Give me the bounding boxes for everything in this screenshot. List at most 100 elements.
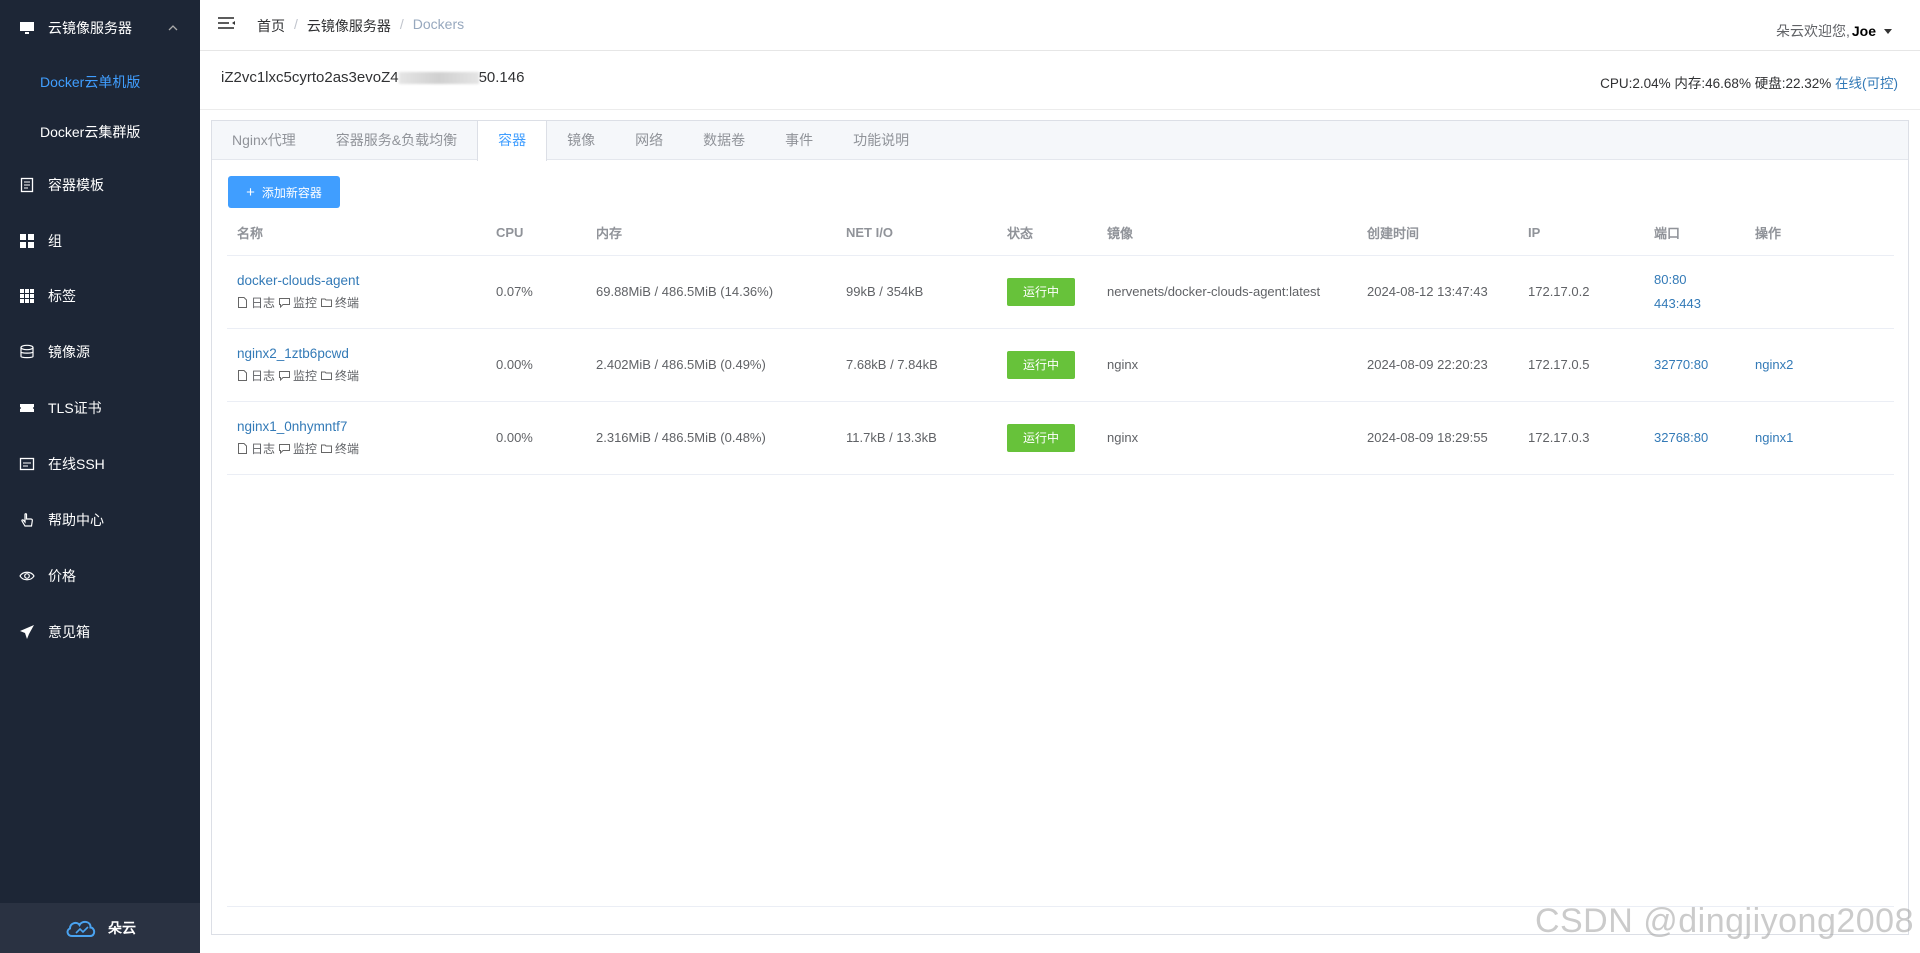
sidebar-item-label: 标签 bbox=[48, 288, 76, 304]
sidebar-item-help-center[interactable]: 帮助中心 bbox=[0, 500, 200, 540]
column-header-memory[interactable]: 内存 bbox=[586, 211, 836, 256]
terminal-label: 终端 bbox=[335, 295, 360, 310]
sidebar-item-feedback[interactable]: 意见箱 bbox=[0, 612, 200, 652]
logs-action[interactable]: 日志 bbox=[237, 294, 275, 311]
sidebar-item-image-source[interactable]: 镜像源 bbox=[0, 332, 200, 372]
tab-volumes[interactable]: 数据卷 bbox=[683, 121, 765, 160]
breadcrumb-cloud-server[interactable]: 云镜像服务器 bbox=[307, 16, 391, 36]
cell-ports: 32770:80 bbox=[1644, 328, 1745, 402]
logs-action[interactable]: 日志 bbox=[237, 440, 275, 457]
column-header-image[interactable]: 镜像 bbox=[1097, 211, 1357, 256]
port-link[interactable]: 32768:80 bbox=[1654, 426, 1745, 450]
grid-icon bbox=[18, 232, 36, 250]
sidebar-item-tags[interactable]: 标签 bbox=[0, 276, 200, 316]
file-icon bbox=[238, 442, 247, 454]
file-icon bbox=[238, 369, 247, 381]
cell-created: 2024-08-09 22:20:23 bbox=[1357, 328, 1518, 402]
breadcrumb-separator: / bbox=[399, 16, 404, 32]
logs-label: 日志 bbox=[251, 441, 276, 456]
cell-name: nginx1_0nhymntf7 日志 监控 终端 bbox=[227, 401, 486, 475]
port-link[interactable]: 443:443 bbox=[1654, 292, 1745, 316]
column-header-net-io[interactable]: NET I/O bbox=[836, 211, 997, 256]
cell-actions: nginx1 bbox=[1745, 401, 1894, 475]
server-hostname: iZ2vc1lxc5cyrto2as3evoZ4 50.146 bbox=[221, 69, 524, 86]
logs-action[interactable]: 日志 bbox=[237, 367, 275, 384]
user-menu[interactable]: 朵云欢迎您, Joe bbox=[1776, 21, 1892, 41]
folder-icon bbox=[321, 444, 333, 453]
cell-cpu: 0.00% bbox=[486, 401, 586, 475]
brand-name: 朵云 bbox=[108, 920, 136, 936]
column-header-actions[interactable]: 操作 bbox=[1745, 211, 1894, 256]
proxy-link[interactable]: nginx1 bbox=[1755, 430, 1793, 445]
hostname-prefix: iZ2vc1lxc5cyrto2as3evoZ4 bbox=[221, 69, 399, 86]
paper-plane-icon bbox=[18, 623, 36, 641]
cell-memory: 69.88MiB / 486.5MiB (14.36%) bbox=[586, 255, 836, 329]
cell-net-io: 11.7kB / 13.3kB bbox=[836, 401, 997, 475]
port-link[interactable]: 80:80 bbox=[1654, 268, 1745, 292]
sidebar-item-label: 帮助中心 bbox=[48, 512, 104, 528]
port-link[interactable]: 32770:80 bbox=[1654, 353, 1745, 377]
cell-status: 运行中 bbox=[997, 401, 1097, 475]
sidebar-item-label: 容器模板 bbox=[48, 177, 104, 193]
monitor-action[interactable]: 监控 bbox=[279, 440, 317, 457]
tab-network[interactable]: 网络 bbox=[615, 121, 683, 160]
terminal-action[interactable]: 终端 bbox=[321, 294, 359, 311]
container-name-link[interactable]: nginx2_1ztb6pcwd bbox=[237, 346, 486, 361]
row-actions: 日志 监控 终端 bbox=[237, 440, 486, 457]
tab-containers[interactable]: 容器 bbox=[477, 121, 548, 161]
monitor-action[interactable]: 监控 bbox=[279, 294, 317, 311]
terminal-action[interactable]: 终端 bbox=[321, 367, 359, 384]
hamburger-menu-icon[interactable] bbox=[217, 14, 237, 34]
chat-icon bbox=[279, 297, 291, 308]
column-header-cpu[interactable]: CPU bbox=[486, 211, 586, 256]
tab-images[interactable]: 镜像 bbox=[547, 121, 615, 160]
sidebar-item-container-template[interactable]: 容器模板 bbox=[0, 165, 200, 205]
container-name-link[interactable]: nginx1_0nhymntf7 bbox=[237, 419, 486, 434]
server-stats: CPU:2.04% 内存:46.68% 硬盘:22.32% 在线(可控) bbox=[1600, 72, 1898, 92]
cell-actions bbox=[1745, 255, 1894, 329]
sidebar: 云镜像服务器 Docker云单机版 Docker云集群版 容器模板 组 标签 镜… bbox=[0, 0, 200, 953]
proxy-link[interactable]: nginx2 bbox=[1755, 357, 1793, 372]
cell-memory: 2.402MiB / 486.5MiB (0.49%) bbox=[586, 328, 836, 402]
tab-container-service-lb[interactable]: 容器服务&负载均衡 bbox=[316, 121, 477, 160]
cloud-logo-icon bbox=[66, 920, 96, 937]
database-icon bbox=[18, 343, 36, 361]
sidebar-item-tls-cert[interactable]: TLS证书 bbox=[0, 388, 200, 428]
add-container-button[interactable]: + 添加新容器 bbox=[228, 176, 340, 208]
sidebar-item-docker-cluster[interactable]: Docker云集群版 bbox=[0, 112, 200, 152]
ticket-icon bbox=[18, 399, 36, 417]
containers-table: 名称 CPU 内存 NET I/O 状态 镜像 创建时间 IP 端口 操作 do… bbox=[227, 211, 1894, 475]
caret-down-icon bbox=[1884, 28, 1892, 34]
breadcrumb-dockers: Dockers bbox=[412, 16, 465, 32]
cell-ip: 172.17.0.3 bbox=[1518, 401, 1644, 475]
hostname-suffix: 50.146 bbox=[478, 69, 525, 86]
column-header-ip[interactable]: IP bbox=[1518, 211, 1644, 256]
chat-icon bbox=[279, 443, 291, 454]
column-header-status[interactable]: 状态 bbox=[997, 211, 1097, 256]
column-header-ports[interactable]: 端口 bbox=[1644, 211, 1745, 256]
monitor-action[interactable]: 监控 bbox=[279, 367, 317, 384]
tab-nginx-proxy[interactable]: Nginx代理 bbox=[212, 121, 316, 160]
row-actions: 日志 监控 终端 bbox=[237, 367, 486, 384]
monitor-icon bbox=[18, 19, 36, 37]
sidebar-item-online-ssh[interactable]: 在线SSH bbox=[0, 444, 200, 484]
tab-feature-description[interactable]: 功能说明 bbox=[833, 121, 929, 160]
row-actions: 日志 监控 终端 bbox=[237, 294, 486, 311]
sidebar-item-group[interactable]: 组 bbox=[0, 221, 200, 261]
hand-pointer-icon bbox=[18, 511, 36, 529]
container-name-link[interactable]: docker-clouds-agent bbox=[237, 273, 486, 288]
tab-events[interactable]: 事件 bbox=[765, 121, 833, 160]
sidebar-item-pricing[interactable]: 价格 bbox=[0, 556, 200, 596]
sidebar-item-docker-single[interactable]: Docker云单机版 bbox=[0, 62, 200, 102]
cell-net-io: 7.68kB / 7.84kB bbox=[836, 328, 997, 402]
terminal-action[interactable]: 终端 bbox=[321, 440, 359, 457]
column-header-name[interactable]: 名称 bbox=[227, 211, 486, 256]
cell-cpu: 0.07% bbox=[486, 255, 586, 329]
sidebar-group-label: 云镜像服务器 bbox=[48, 20, 132, 36]
sidebar-group-cloud-server[interactable]: 云镜像服务器 bbox=[0, 8, 200, 48]
online-status-link[interactable]: 在线(可控) bbox=[1835, 76, 1898, 91]
sidebar-footer-brand[interactable]: 朵云 bbox=[0, 903, 200, 953]
username: Joe bbox=[1851, 23, 1876, 39]
breadcrumb-home[interactable]: 首页 bbox=[257, 16, 285, 36]
column-header-created[interactable]: 创建时间 bbox=[1357, 211, 1518, 256]
